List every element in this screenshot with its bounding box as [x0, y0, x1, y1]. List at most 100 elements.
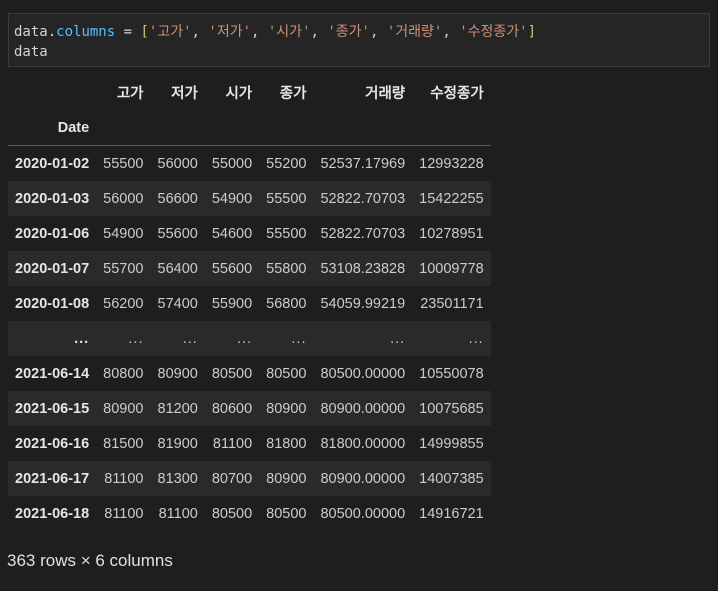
table-cell: 23501171 — [420, 295, 484, 312]
code-string-item: '저가' — [208, 24, 252, 40]
table-cell: 52537.17969 — [320, 155, 406, 172]
index-header-blank — [412, 110, 491, 146]
index-name: Date — [8, 110, 97, 146]
table-cell: 53108.23828 — [320, 260, 406, 277]
index-header-blank — [204, 110, 260, 146]
row-index-date: 2020-01-07 — [15, 260, 90, 277]
table-cell: 57400 — [157, 295, 198, 312]
row-index-date: 2021-06-15 — [15, 400, 90, 417]
table-row: 2020-01-07 55700 56400 55600 55800 53108.2382… — [8, 251, 491, 286]
table-cell: 55700 — [103, 260, 144, 277]
table-cell: 54900 — [211, 190, 253, 207]
column-header: 저가 — [171, 86, 198, 102]
table-row: 2020-01-02 55500 56000 55000 55200 52537.1796… — [8, 146, 491, 182]
column-header: 고가 — [116, 86, 144, 102]
code-bracket-open: [ — [140, 24, 149, 40]
table-cell: 54900 — [103, 225, 144, 242]
column-header: 거래량 — [365, 86, 406, 102]
table-cell: 80500 — [211, 505, 253, 522]
table-cell: 56600 — [157, 190, 198, 207]
table-cell: 80900.00000 — [320, 470, 406, 487]
table-cell: 81100 — [212, 435, 253, 452]
table-cell: 52822.70703 — [320, 190, 406, 207]
table-cell: 80600 — [211, 400, 253, 417]
ellipsis-row: ..................... — [8, 321, 491, 356]
table-cell: 12993228 — [419, 155, 484, 172]
table-cell: 15422255 — [419, 190, 484, 207]
table-cell: 80900.00000 — [320, 400, 406, 417]
table-cell: 14007385 — [419, 470, 484, 487]
corner-cell — [8, 75, 96, 110]
shape-summary: 363 rows × 6 columns — [7, 551, 173, 570]
table-row: 2020-01-08 56200 57400 55900 56800 54059.9921… — [8, 286, 491, 321]
table-cell: 52822.70703 — [320, 225, 406, 242]
code-separator: , — [369, 24, 387, 40]
table-cell: 10278951 — [419, 225, 484, 242]
table-cell: 14916721 — [419, 505, 484, 522]
index-header-row: Date — [8, 110, 491, 146]
code-line-1: data.columns = ['고가', '저가', '시가', '종가', … — [14, 22, 709, 42]
code-string-item: '종가' — [327, 24, 370, 40]
table-cell: 80500 — [211, 365, 253, 382]
code-separator: , — [310, 24, 328, 40]
table-cell: 10009778 — [419, 260, 484, 277]
table-cell: ... — [182, 330, 198, 347]
index-header-blank — [150, 110, 205, 146]
row-index-date: 2021-06-16 — [15, 435, 90, 452]
table-row: 2021-06-16 81500 81900 81100 81800 81800.0000… — [8, 426, 491, 461]
table-cell: 55000 — [211, 155, 253, 172]
table-cell: 56000 — [103, 190, 144, 207]
table-cell: ... — [390, 330, 406, 347]
table-cell: 81100 — [104, 470, 144, 487]
code-assign: = — [115, 24, 141, 40]
row-index-date: 2020-01-08 — [15, 295, 90, 312]
row-index-date: 2020-01-03 — [15, 190, 90, 207]
code-separator: , — [251, 24, 268, 40]
code-line-2: data — [14, 44, 48, 60]
table-row: 2021-06-14 80800 80900 80500 80500 80500.0000… — [8, 356, 491, 391]
table-cell: 81200 — [157, 400, 198, 417]
table-row: 2020-01-06 54900 55600 54600 55500 52822.7070… — [8, 216, 491, 251]
code-dot: . — [47, 24, 57, 40]
table-cell: 81900 — [157, 435, 198, 452]
row-index-date: 2021-06-14 — [15, 365, 90, 382]
table-cell: ... — [468, 330, 484, 347]
column-header: 수정종가 — [430, 86, 484, 102]
table-cell: 81500 — [103, 435, 144, 452]
table-row: 2021-06-17 81100 81300 80700 80900 80900.0000… — [8, 461, 491, 496]
code-string-item: '시가' — [267, 24, 311, 40]
row-index-date: 2021-06-18 — [15, 505, 90, 522]
index-header-blank — [313, 110, 413, 146]
table-cell: 55600 — [211, 260, 253, 277]
column-header: 종가 — [279, 86, 307, 102]
table-cell: 54059.99219 — [320, 295, 406, 312]
table-row: 2020-01-03 56000 56600 54900 55500 52822.7070… — [8, 181, 491, 216]
table-cell: 14999855 — [419, 435, 484, 452]
table-cell: 80500 — [266, 505, 307, 522]
row-index-date: ... — [74, 330, 90, 347]
code-string-item: '거래량' — [386, 24, 443, 40]
table-cell: 80800 — [103, 365, 144, 382]
table-cell: 80700 — [211, 470, 253, 487]
table-cell: 56400 — [157, 260, 198, 277]
code-string-item: '고가' — [148, 24, 192, 40]
code-cell[interactable]: data.columns = ['고가', '저가', '시가', '종가', … — [8, 13, 710, 67]
table-cell: 81300 — [157, 470, 198, 487]
index-header-blank — [259, 110, 314, 146]
table-cell: 54600 — [211, 225, 253, 242]
dataframe-table: 고가 저가 시가 종가 거래량 수정종가 Date 2020-01-02 55500 5600… — [8, 75, 491, 531]
table-cell: ... — [237, 330, 253, 347]
table-cell: 55500 — [266, 190, 307, 207]
table-cell: 80900 — [103, 400, 144, 417]
code-list-items: '고가', '저가', '시가', '종가', '거래량', '수정종가' — [149, 24, 528, 40]
table-cell: 55500 — [266, 225, 307, 242]
table-cell: 81100 — [104, 505, 144, 522]
table-cell: 80900 — [266, 470, 307, 487]
table-cell: 55800 — [266, 260, 307, 277]
table-cell: 55200 — [266, 155, 307, 172]
table-cell: ... — [128, 330, 144, 347]
code-attr: columns — [56, 24, 116, 40]
table-cell: 81100 — [158, 505, 198, 522]
table-cell: 55500 — [103, 155, 144, 172]
index-header-blank — [96, 110, 151, 146]
